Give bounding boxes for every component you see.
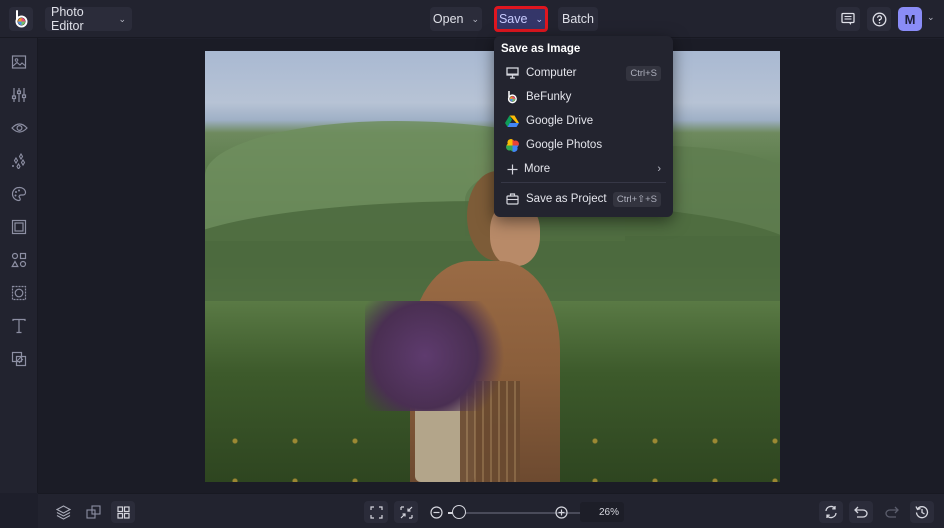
compare-icon <box>85 504 101 519</box>
refresh-button[interactable] <box>819 501 843 523</box>
save-label: Save <box>498 12 528 26</box>
undo-icon <box>854 506 868 518</box>
zoom-in-icon <box>554 505 568 519</box>
zoom-slider-thumb[interactable] <box>452 505 466 519</box>
open-label: Open <box>432 12 464 26</box>
history-button[interactable] <box>910 501 934 523</box>
briefcase-icon <box>505 192 519 206</box>
google-photos-icon <box>505 138 519 152</box>
save-menu-item-more[interactable]: More › <box>494 158 673 180</box>
batch-label: Batch <box>562 12 594 26</box>
befunky-logo-button[interactable] <box>9 7 33 31</box>
chevron-down-icon: ⌄ <box>118 13 126 24</box>
photo-image[interactable] <box>205 51 780 482</box>
menu-divider <box>501 182 666 183</box>
layers-icon <box>55 504 71 520</box>
layers-button[interactable] <box>54 503 72 521</box>
fit-to-screen-button[interactable] <box>364 501 388 523</box>
menu-item-label: Google Drive <box>526 115 594 127</box>
sliders-icon <box>11 88 27 102</box>
grid-icon <box>116 505 130 519</box>
sidebar-item-artsy[interactable] <box>9 184 29 204</box>
sidebar-item-graphics[interactable] <box>9 250 29 270</box>
textures-icon <box>11 351 27 367</box>
grid-view-button[interactable] <box>111 501 135 523</box>
befunky-icon <box>505 90 519 104</box>
chevron-right-icon: › <box>657 163 661 175</box>
palette-icon <box>11 186 27 202</box>
sidebar-item-photo[interactable] <box>9 52 29 72</box>
history-icon <box>915 506 929 519</box>
user-avatar[interactable]: M <box>898 7 922 31</box>
redo-button[interactable] <box>883 503 901 521</box>
shrink-icon <box>399 505 413 519</box>
sidebar-item-textures[interactable] <box>9 349 29 369</box>
plus-icon <box>505 162 519 176</box>
menu-item-label: More <box>524 163 551 175</box>
save-menu-item-befunky[interactable]: BeFunky <box>494 86 673 108</box>
help-icon <box>872 12 886 26</box>
open-button[interactable]: Open ⌄ <box>430 7 482 31</box>
overlay-icon <box>11 285 27 301</box>
sidebar-item-overlays[interactable] <box>9 283 29 303</box>
save-menu-item-save-as-project[interactable]: Save as Project Ctrl+⇧+S <box>494 188 673 210</box>
image-icon <box>11 55 27 69</box>
comments-icon <box>841 12 855 25</box>
monitor-icon <box>505 66 519 80</box>
sparkles-icon <box>12 153 26 169</box>
shortcut-badge: Ctrl+S <box>626 65 661 81</box>
sidebar-item-effects[interactable] <box>9 151 29 171</box>
tool-sidebar <box>0 38 38 493</box>
save-menu-header: Save as Image <box>501 43 581 55</box>
fullscreen-icon <box>369 505 383 519</box>
zoom-in-button[interactable] <box>552 503 570 521</box>
save-menu-item-google-photos[interactable]: Google Photos <box>494 134 673 156</box>
zoom-value-field[interactable]: 26% <box>580 502 624 522</box>
chevron-down-icon: ⌄ <box>535 13 544 24</box>
sidebar-item-touch-up[interactable] <box>9 118 29 138</box>
comments-button[interactable] <box>836 7 860 31</box>
refresh-icon <box>825 505 837 519</box>
sidebar-item-frames[interactable] <box>9 217 29 237</box>
menu-item-label: BeFunky <box>526 91 572 103</box>
app-menu-label: Photo Editor <box>51 5 84 33</box>
zoom-out-icon <box>429 505 443 519</box>
chevron-down-icon: ⌄ <box>471 13 480 24</box>
menu-item-label: Google Photos <box>526 139 603 151</box>
menu-item-label: Save as Project <box>526 193 607 205</box>
batch-button[interactable]: Batch <box>558 7 598 31</box>
sidebar-item-adjustments[interactable] <box>9 85 29 105</box>
actual-size-button[interactable] <box>394 501 418 523</box>
app-menu-button[interactable]: Photo Editor ⌄ <box>45 5 132 33</box>
photo-bouquet <box>365 301 515 411</box>
shapes-icon <box>11 252 27 268</box>
undo-button[interactable] <box>849 501 873 523</box>
zoom-out-button[interactable] <box>427 503 445 521</box>
redo-icon <box>885 506 899 518</box>
frame-icon <box>11 219 27 235</box>
befunky-logo-icon <box>15 10 28 28</box>
chevron-down-icon[interactable]: ⌄ <box>927 12 935 23</box>
menu-item-label: Computer <box>526 67 577 79</box>
avatar-initial: M <box>904 11 916 27</box>
bottom-toolbar: 26% <box>38 493 944 528</box>
google-drive-icon <box>505 114 519 128</box>
top-bar: Photo Editor ⌄ Open ⌄ Save ⌄ Batch M ⌄ <box>0 0 944 38</box>
sidebar-item-text[interactable] <box>9 316 29 336</box>
text-icon <box>12 318 26 334</box>
eye-icon <box>10 123 28 133</box>
save-menu: Save as Image Computer Ctrl+S BeFunky Go… <box>494 36 673 217</box>
save-button[interactable]: Save ⌄ <box>494 6 548 32</box>
shortcut-badge: Ctrl+⇧+S <box>612 191 661 207</box>
help-button[interactable] <box>867 7 891 31</box>
compare-button[interactable] <box>84 503 102 521</box>
save-menu-item-google-drive[interactable]: Google Drive <box>494 110 673 132</box>
save-menu-item-computer[interactable]: Computer Ctrl+S <box>494 62 673 84</box>
